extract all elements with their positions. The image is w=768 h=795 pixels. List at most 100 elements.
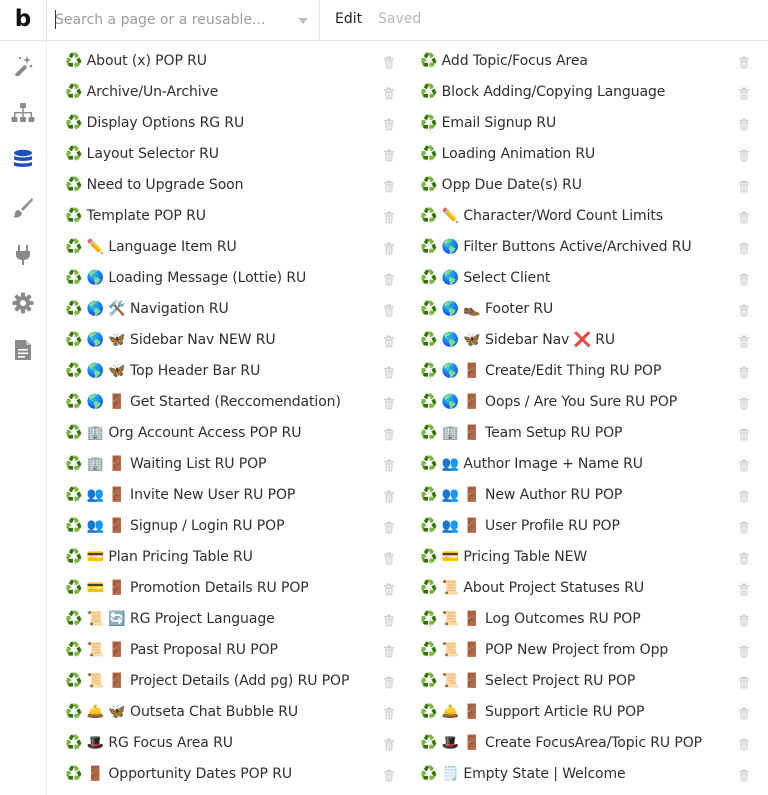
reusable-element-name[interactable]: ♻️ 🌎 🚪 Create/Edit Thing RU POP (420, 363, 661, 379)
reusable-element-name[interactable]: ♻️ Block Adding/Copying Language (420, 84, 665, 100)
trash-icon[interactable] (383, 519, 395, 534)
reusable-element-row[interactable]: ♻️ 🌎 🚪 Get Started (Reccomendation) (65, 386, 395, 417)
trash-icon[interactable] (383, 116, 395, 131)
trash-icon[interactable] (738, 333, 750, 348)
reusable-element-name[interactable]: ♻️ Template POP RU (65, 208, 206, 224)
reusable-element-row[interactable]: ♻️ 🏢 Org Account Access POP RU (65, 417, 395, 448)
reusable-element-name[interactable]: ♻️ 🌎 🦋 Sidebar Nav NEW RU (65, 332, 276, 348)
reusable-element-name[interactable]: ♻️ 👥 🚪 User Profile RU POP (420, 518, 620, 534)
reusable-element-row[interactable]: ♻️ 👥 🚪 User Profile RU POP (420, 510, 750, 541)
reusable-element-name[interactable]: ♻️ 👥 🚪 Invite New User RU POP (65, 487, 295, 503)
reusable-element-row[interactable]: ♻️ 🌎 🚪 Create/Edit Thing RU POP (420, 355, 750, 386)
reusable-element-name[interactable]: ♻️ 📜 🔄 RG Project Language (65, 611, 275, 627)
reusable-element-name[interactable]: ♻️ Archive/Un-Archive (65, 84, 218, 100)
reusable-element-row[interactable]: ♻️ 🌎 👞 Footer RU (420, 293, 750, 324)
reusable-element-name[interactable]: ♻️ 📜 🚪 POP New Project from Opp (420, 642, 668, 658)
trash-icon[interactable] (383, 178, 395, 193)
reusable-element-row[interactable]: ♻️ 🎩 RG Focus Area RU (65, 727, 395, 758)
reusable-element-name[interactable]: ♻️ 🌎 Select Client (420, 270, 550, 286)
reusable-element-name[interactable]: ♻️ 🛎️ 🦋 Outseta Chat Bubble RU (65, 704, 298, 720)
trash-icon[interactable] (738, 54, 750, 69)
reusable-element-row[interactable]: ♻️ 👥 🚪 New Author RU POP (420, 479, 750, 510)
trash-icon[interactable] (383, 271, 395, 286)
reusable-element-name[interactable]: ♻️ 🌎 🛠️ Navigation RU (65, 301, 229, 317)
reusable-element-row[interactable]: ♻️ 💳 🚪 Promotion Details RU POP (65, 572, 395, 603)
reusable-element-name[interactable]: ♻️ 💳 Plan Pricing Table RU (65, 549, 253, 565)
trash-icon[interactable] (738, 736, 750, 751)
reusable-element-name[interactable]: ♻️ Loading Animation RU (420, 146, 595, 162)
reusable-element-name[interactable]: ♻️ Display Options RG RU (65, 115, 244, 131)
trash-icon[interactable] (383, 457, 395, 472)
reusable-element-row[interactable]: ♻️ 👥 🚪 Invite New User RU POP (65, 479, 395, 510)
reusable-element-name[interactable]: ♻️ 📜 About Project Statuses RU (420, 580, 644, 596)
reusable-element-name[interactable]: ♻️ 🏢 🚪 Waiting List RU POP (65, 456, 267, 472)
reusable-element-name[interactable]: ♻️ 📜 🚪 Select Project RU POP (420, 673, 635, 689)
reusable-element-row[interactable]: ♻️ Layout Selector RU (65, 138, 395, 169)
reusable-element-name[interactable]: ♻️ About (x) POP RU (65, 53, 207, 69)
page-search[interactable] (47, 0, 320, 40)
trash-icon[interactable] (383, 674, 395, 689)
reusable-element-name[interactable]: ♻️ 🎩 RG Focus Area RU (65, 735, 233, 751)
reusable-element-name[interactable]: ♻️ 🎩 🚪 Create FocusArea/Topic RU POP (420, 735, 702, 751)
reusable-element-row[interactable]: ♻️ Email Signup RU (420, 107, 750, 138)
trash-icon[interactable] (738, 457, 750, 472)
reusable-element-row[interactable]: ♻️ 👥 Author Image + Name RU (420, 448, 750, 479)
reusable-element-row[interactable]: ♻️ 🏢 🚪 Waiting List RU POP (65, 448, 395, 479)
trash-icon[interactable] (738, 581, 750, 596)
reusable-element-name[interactable]: ♻️ 📜 🚪 Project Details (Add pg) RU POP (65, 673, 349, 689)
reusable-element-row[interactable]: ♻️ 🌎 🦋 Top Header Bar RU (65, 355, 395, 386)
trash-icon[interactable] (383, 488, 395, 503)
reusable-element-name[interactable]: ♻️ Add Topic/Focus Area (420, 53, 588, 69)
reusable-element-name[interactable]: ♻️ 🌎 Loading Message (Lottie) RU (65, 270, 306, 286)
trash-icon[interactable] (383, 643, 395, 658)
reusable-element-row[interactable]: ♻️ 📜 🚪 Log Outcomes RU POP (420, 603, 750, 634)
trash-icon[interactable] (738, 519, 750, 534)
reusable-element-row[interactable]: ♻️ 🌎 Filter Buttons Active/Archived RU (420, 231, 750, 262)
reusable-element-row[interactable]: ♻️ Add Topic/Focus Area (420, 45, 750, 76)
trash-icon[interactable] (383, 736, 395, 751)
reusable-element-name[interactable]: ♻️ 🛎️ 🚪 Support Article RU POP (420, 704, 644, 720)
reusable-element-name[interactable]: ♻️ 💳 Pricing Table NEW (420, 549, 587, 565)
reusable-element-row[interactable]: ♻️ Need to Upgrade Soon (65, 169, 395, 200)
trash-icon[interactable] (383, 209, 395, 224)
edit-mode-label[interactable]: Edit (335, 11, 362, 27)
trash-icon[interactable] (738, 240, 750, 255)
reusable-element-row[interactable]: ♻️ 🌎 🚪 Oops / Are You Sure RU POP (420, 386, 750, 417)
reusable-element-row[interactable]: ♻️ 🌎 Select Client (420, 262, 750, 293)
trash-icon[interactable] (738, 116, 750, 131)
reusable-element-name[interactable]: ♻️ Email Signup RU (420, 115, 556, 131)
reusable-element-name[interactable]: ♻️ 👥 Author Image + Name RU (420, 456, 643, 472)
trash-icon[interactable] (738, 767, 750, 782)
reusable-element-name[interactable]: ♻️ 🗒️ Empty State | Welcome (420, 766, 626, 782)
trash-icon[interactable] (738, 395, 750, 410)
trash-icon[interactable] (738, 488, 750, 503)
styles-icon[interactable] (11, 196, 35, 220)
trash-icon[interactable] (738, 643, 750, 658)
trash-icon[interactable] (738, 705, 750, 720)
reusable-element-name[interactable]: ♻️ 📜 🚪 Log Outcomes RU POP (420, 611, 641, 627)
reusable-element-row[interactable]: ♻️ Opp Due Date(s) RU (420, 169, 750, 200)
reusable-element-row[interactable]: ♻️ 🎩 🚪 Create FocusArea/Topic RU POP (420, 727, 750, 758)
reusable-element-name[interactable]: ♻️ 🌎 🦋 Top Header Bar RU (65, 363, 260, 379)
reusable-element-row[interactable]: ♻️ Block Adding/Copying Language (420, 76, 750, 107)
trash-icon[interactable] (383, 395, 395, 410)
reusable-element-row[interactable]: ♻️ 🏢 🚪 Team Setup RU POP (420, 417, 750, 448)
reusable-element-row[interactable]: ♻️ 💳 Plan Pricing Table RU (65, 541, 395, 572)
reusable-element-row[interactable]: ♻️ ✏️ Character/Word Count Limits (420, 200, 750, 231)
reusable-element-row[interactable]: ♻️ 📜 🚪 Past Proposal RU POP (65, 634, 395, 665)
reusable-element-name[interactable]: ♻️ 🌎 🚪 Get Started (Reccomendation) (65, 394, 341, 410)
reusable-element-name[interactable]: ♻️ Need to Upgrade Soon (65, 177, 244, 193)
reusable-element-row[interactable]: ♻️ Loading Animation RU (420, 138, 750, 169)
reusable-element-row[interactable]: ♻️ 🌎 🦋 Sidebar Nav ❌ RU (420, 324, 750, 355)
reusable-element-name[interactable]: ♻️ 🌎 Filter Buttons Active/Archived RU (420, 239, 692, 255)
trash-icon[interactable] (738, 674, 750, 689)
reusable-element-name[interactable]: ♻️ 🌎 🦋 Sidebar Nav ❌ RU (420, 332, 615, 348)
trash-icon[interactable] (738, 271, 750, 286)
trash-icon[interactable] (738, 426, 750, 441)
reusable-element-name[interactable]: ♻️ 🏢 🚪 Team Setup RU POP (420, 425, 622, 441)
trash-icon[interactable] (738, 364, 750, 379)
reusable-element-row[interactable]: ♻️ Display Options RG RU (65, 107, 395, 138)
bubble-logo[interactable]: b (0, 0, 47, 40)
reusable-element-row[interactable]: ♻️ ✏️ Language Item RU (65, 231, 395, 262)
reusable-element-row[interactable]: ♻️ Template POP RU (65, 200, 395, 231)
